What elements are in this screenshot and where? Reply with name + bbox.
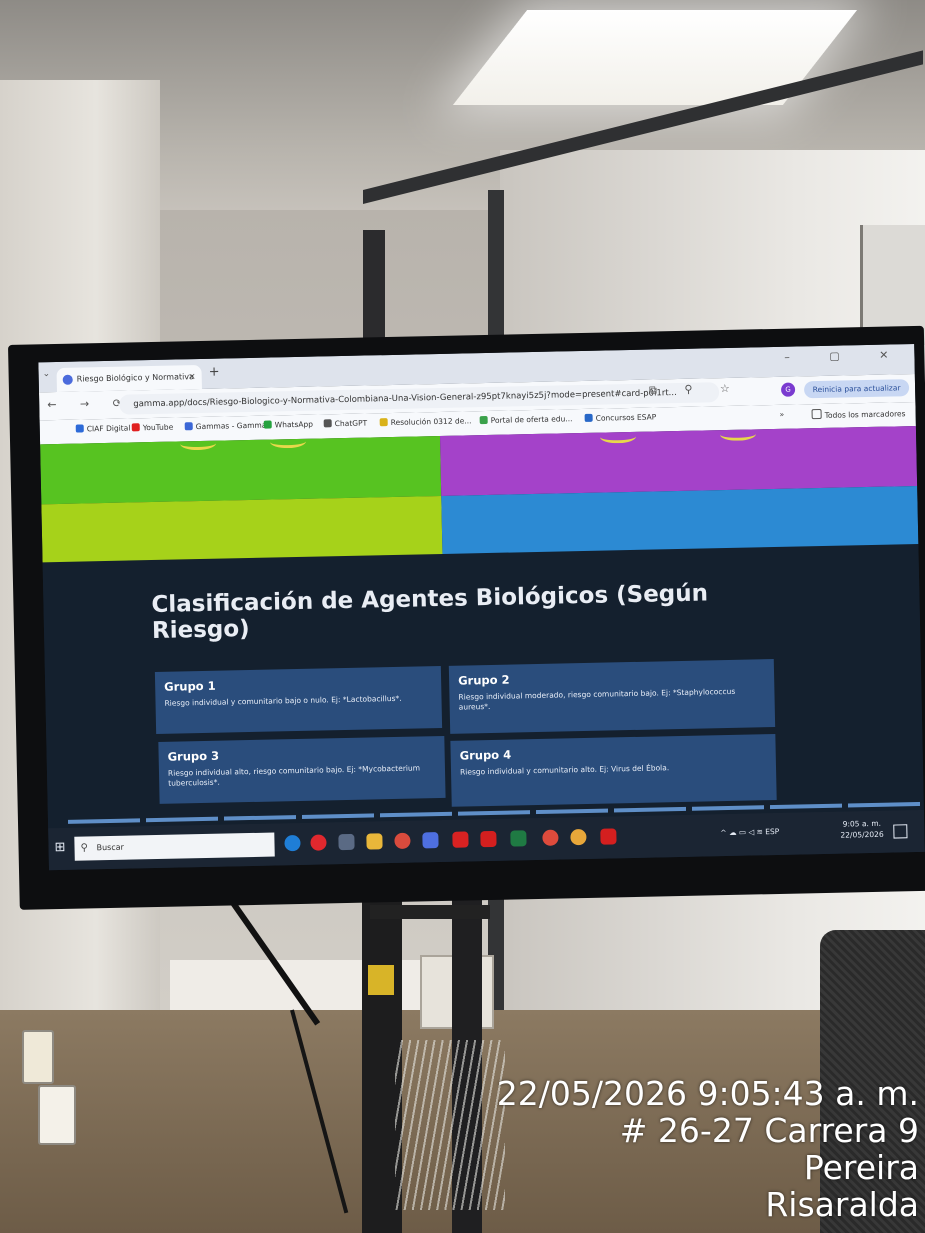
browser-tab[interactable]: Riesgo Biológico y Normativa × bbox=[56, 364, 202, 392]
bookmark-icon bbox=[75, 424, 84, 433]
stamp-address: # 26-27 Carrera 9 bbox=[619, 1111, 919, 1150]
chatgpt-icon bbox=[323, 419, 332, 428]
stamp-datetime: 22/05/2026 9:05:43 a. m. bbox=[496, 1074, 919, 1113]
address-actions[interactable]: ⧉ ⚲ ☆ bbox=[649, 382, 742, 398]
group-card-title: Grupo 1 bbox=[164, 678, 216, 694]
presentation-slide: Clasificación de Agentes Biológicos (Seg… bbox=[40, 426, 925, 871]
image-tile-blue bbox=[441, 485, 919, 554]
edge-icon[interactable] bbox=[284, 834, 301, 852]
bookmark-item[interactable]: CIAF Digital bbox=[75, 423, 130, 433]
chrome-icon[interactable] bbox=[394, 832, 411, 850]
taskbar-clock[interactable]: 9:05 a. m. 22/05/2026 bbox=[840, 818, 884, 841]
bookmark-item[interactable]: Concursos ESAP bbox=[584, 412, 656, 423]
bookmark-item[interactable]: ChatGPT bbox=[323, 418, 367, 428]
bookmarks-more-button[interactable]: » bbox=[780, 410, 785, 419]
whatsapp-icon bbox=[263, 420, 272, 429]
cable-bundle bbox=[395, 1040, 505, 1210]
window-controls[interactable]: – ▢ ✕ bbox=[784, 348, 906, 364]
app-icon[interactable] bbox=[422, 832, 439, 849]
excel-icon[interactable] bbox=[510, 830, 527, 847]
tv-screen: ⌄ Riesgo Biológico y Normativa × + – ▢ ✕… bbox=[38, 344, 925, 871]
clock-time: 9:05 a. m. bbox=[842, 818, 882, 829]
chrome-icon[interactable] bbox=[542, 829, 559, 846]
bookmark-item[interactable]: YouTube bbox=[131, 423, 173, 433]
slide-title: Clasificación de Agentes Biológicos (Seg… bbox=[151, 580, 709, 645]
group-card: Grupo 1 Riesgo individual y comunitario … bbox=[154, 666, 443, 734]
esap-icon bbox=[584, 413, 593, 422]
tv-monitor: ⌄ Riesgo Biológico y Normativa × + – ▢ ✕… bbox=[8, 325, 925, 910]
tab-list-chevron-icon[interactable]: ⌄ bbox=[43, 369, 51, 379]
group-card: Grupo 3 Riesgo individual alto, riesgo c… bbox=[158, 735, 446, 804]
image-tile-lime bbox=[41, 495, 443, 563]
bookmark-item[interactable]: WhatsApp bbox=[263, 420, 313, 430]
group-card-text: Riesgo individual y comunitario alto. Ej… bbox=[459, 763, 670, 777]
tab-close-icon[interactable]: × bbox=[188, 365, 196, 389]
group-card: Grupo 2 Riesgo individual moderado, ries… bbox=[448, 659, 776, 734]
image-tile-green bbox=[40, 435, 442, 505]
youtube-icon bbox=[131, 423, 140, 432]
wall-outlet bbox=[22, 1030, 54, 1084]
stamp-city: Pereira bbox=[803, 1148, 919, 1187]
group-card-title: Grupo 2 bbox=[457, 672, 510, 688]
clock-date: 22/05/2026 bbox=[840, 829, 884, 840]
bookmark-item[interactable]: Resolución 0312 de... bbox=[379, 416, 472, 427]
gamma-favicon-icon bbox=[62, 374, 73, 385]
update-button[interactable]: Reinicia para actualizar bbox=[803, 379, 910, 399]
portal-icon bbox=[479, 415, 488, 425]
bookmark-item[interactable]: Portal de oferta edu... bbox=[479, 414, 573, 425]
group-card-title: Grupo 3 bbox=[167, 748, 220, 764]
photo-timestamp: 22/05/2026 9:05:43 a. m. # 26-27 Carrera… bbox=[497, 1075, 919, 1223]
acrobat-icon[interactable] bbox=[600, 828, 617, 845]
file-explorer-icon[interactable] bbox=[366, 833, 383, 850]
warning-sticker bbox=[368, 965, 394, 995]
wall-outlet bbox=[38, 1085, 76, 1145]
group-card-text: Riesgo individual y comunitario bajo o n… bbox=[164, 693, 402, 708]
group-card-title: Grupo 4 bbox=[459, 747, 512, 763]
youtube-app-icon[interactable] bbox=[452, 831, 469, 848]
notification-icon[interactable] bbox=[893, 824, 908, 839]
taskbar-search-input[interactable]: ⚲ Buscar bbox=[74, 832, 275, 861]
gamma-icon bbox=[184, 422, 193, 431]
folder-icon bbox=[811, 408, 822, 420]
all-bookmarks-button[interactable]: Todos los marcadores bbox=[811, 407, 906, 420]
search-icon: ⚲ bbox=[80, 842, 88, 854]
windows-start-icon[interactable]: ⊞ bbox=[54, 840, 65, 855]
acrobat-icon[interactable] bbox=[480, 830, 497, 848]
image-tile-purple bbox=[439, 426, 918, 496]
search-placeholder: Buscar bbox=[96, 842, 124, 853]
profile-avatar[interactable]: G bbox=[780, 382, 796, 397]
group-card-text: Riesgo individual moderado, riesgo comun… bbox=[458, 686, 736, 712]
tab-title: Riesgo Biológico y Normativa bbox=[76, 372, 195, 384]
store-icon[interactable] bbox=[338, 833, 355, 851]
stamp-region: Risaralda bbox=[765, 1185, 919, 1224]
document-icon bbox=[379, 418, 388, 427]
group-card-text: Riesgo individual alto, riesgo comunitar… bbox=[167, 763, 421, 788]
group-card: Grupo 4 Riesgo individual y comunitario … bbox=[450, 734, 777, 807]
language-indicator[interactable]: ESP bbox=[765, 827, 779, 836]
new-tab-button[interactable]: + bbox=[208, 365, 219, 380]
opera-icon[interactable] bbox=[310, 834, 327, 851]
tv-stand-bar bbox=[370, 905, 490, 919]
bookmark-item[interactable]: Gammas - Gamma bbox=[184, 421, 266, 432]
system-tray[interactable]: ^ ☁ ▭ ◁ ≋ ESP bbox=[720, 827, 779, 837]
chrome-icon[interactable] bbox=[570, 828, 587, 846]
